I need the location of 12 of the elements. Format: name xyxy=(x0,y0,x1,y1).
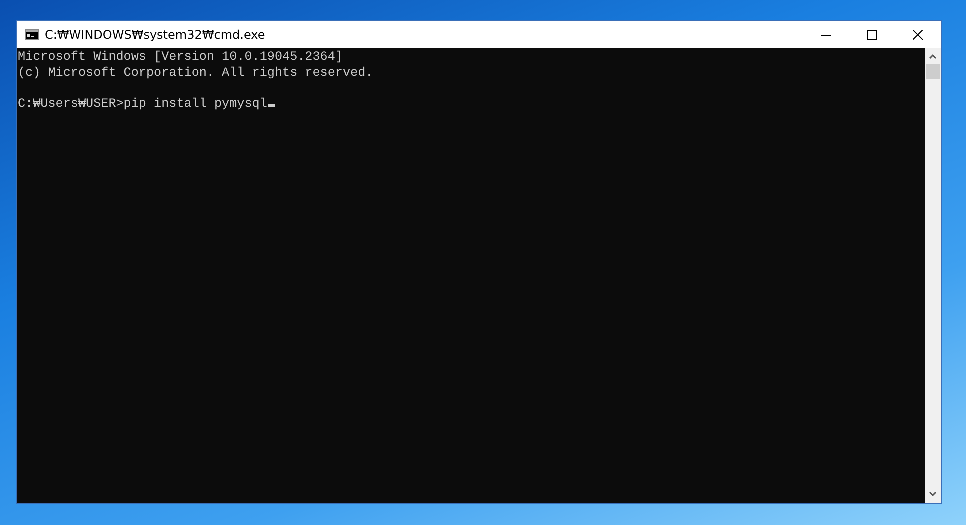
scrollbar[interactable] xyxy=(925,48,941,503)
window-title: C:₩WINDOWS₩system32₩cmd.exe xyxy=(45,26,266,44)
output-line: Microsoft Windows [Version 10.0.19045.2364] xyxy=(18,50,343,66)
maximize-icon xyxy=(867,30,877,40)
scroll-down-icon[interactable] xyxy=(929,492,937,497)
command-prompt: C:₩Users₩USER>pip install pymysql xyxy=(18,96,268,112)
close-icon xyxy=(913,30,923,40)
scroll-thumb[interactable] xyxy=(926,64,940,79)
output-line: (c) Microsoft Corporation. All rights reserved. xyxy=(18,66,374,81)
scroll-up-icon[interactable] xyxy=(929,54,937,59)
text-cursor xyxy=(268,104,276,106)
console-icon xyxy=(25,29,39,40)
